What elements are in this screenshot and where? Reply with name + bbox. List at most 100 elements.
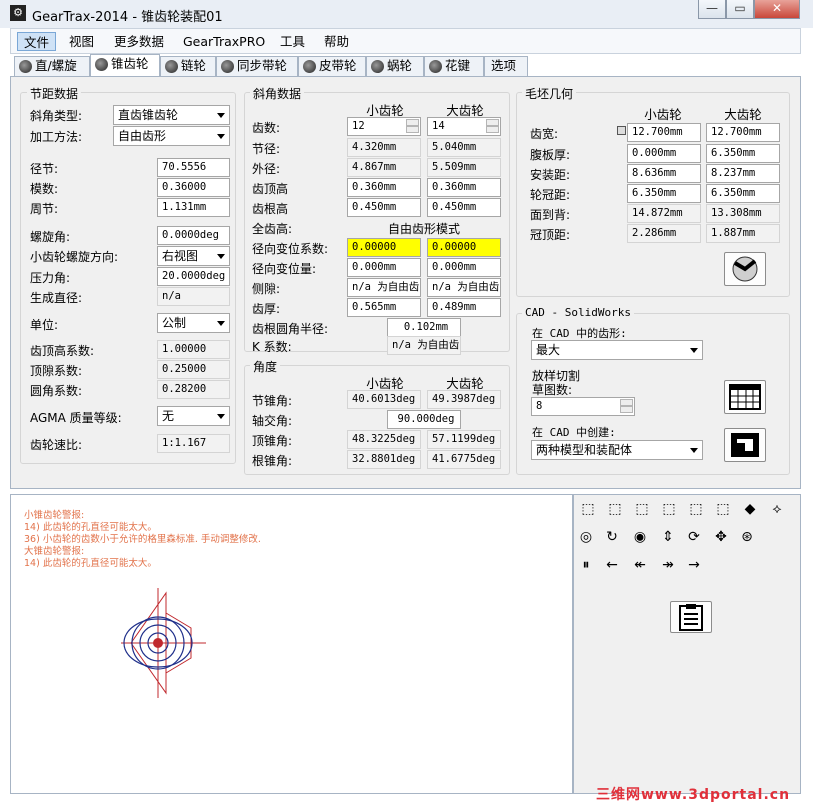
- bevel-type-select[interactable]: 直齿锥齿轮: [113, 105, 230, 125]
- fast-forward-icon[interactable]: ↠: [658, 555, 678, 575]
- view-front-icon[interactable]: ⬚: [578, 499, 598, 519]
- view-right-icon[interactable]: ⬚: [659, 499, 679, 519]
- pinion-crown-distance[interactable]: 6.350mm: [627, 184, 701, 203]
- gear-crown-distance[interactable]: 6.350mm: [706, 184, 780, 203]
- gear-teeth-stepper[interactable]: [486, 119, 499, 134]
- view-plane-icon[interactable]: ⟡: [767, 499, 787, 519]
- module-field[interactable]: 0.36000: [157, 178, 230, 197]
- circular-pitch-field[interactable]: 1.131mm: [157, 198, 230, 217]
- gear-face-width[interactable]: 12.700mm: [706, 123, 780, 142]
- tab-spline[interactable]: 花键: [424, 56, 484, 76]
- pinion-face-width[interactable]: 12.700mm: [627, 123, 701, 142]
- face-width-checkbox[interactable]: [617, 126, 626, 135]
- tab-spur-helical[interactable]: 直/螺旋: [14, 56, 90, 76]
- view-bottom-icon[interactable]: ⬚: [713, 499, 733, 519]
- tab-options[interactable]: 选项: [484, 56, 528, 76]
- pinion-hand-select[interactable]: 右视图: [157, 246, 230, 266]
- ratio-field: 1:1.167: [157, 434, 230, 453]
- create-cad-button[interactable]: [724, 428, 766, 462]
- shaft-angle-field[interactable]: 90.000deg: [387, 410, 461, 429]
- menu-tools[interactable]: 工具: [274, 32, 311, 51]
- units-label: 单位:: [30, 318, 59, 332]
- warning-line: 14) 此齿轮的孔直径可能太大。: [24, 558, 157, 569]
- pinion-teeth-input[interactable]: 12: [347, 117, 421, 136]
- gear-radial-shift[interactable]: 0.000mm: [427, 258, 501, 277]
- gear-teeth-input[interactable]: 14: [427, 117, 501, 136]
- gear-web-thickness[interactable]: 6.350mm: [706, 144, 780, 163]
- tab-belt-pulley[interactable]: 皮带轮: [298, 56, 366, 76]
- step-forward-icon[interactable]: →: [684, 555, 704, 575]
- gear-profile-icon: [732, 256, 758, 282]
- maximize-button[interactable]: ▭: [726, 0, 754, 19]
- agma-label: AGMA 质量等级:: [30, 411, 122, 425]
- addendum-label: 齿顶高系数:: [30, 344, 95, 358]
- diametral-pitch-field[interactable]: 70.5556: [157, 158, 230, 177]
- pan-icon[interactable]: ✥: [711, 527, 731, 547]
- method-label: 加工方法:: [30, 130, 83, 144]
- pinion-teeth-stepper[interactable]: [406, 119, 419, 134]
- gear-backlash[interactable]: n/a 为自由齿: [427, 278, 501, 297]
- gear-addendum[interactable]: 0.360mm: [427, 178, 501, 197]
- tab-sprocket[interactable]: 链轮: [160, 56, 216, 76]
- view-top-icon[interactable]: ⬚: [686, 499, 706, 519]
- menu-file[interactable]: 文件: [17, 32, 57, 51]
- cad-tooth-select[interactable]: 最大: [531, 340, 703, 360]
- pinion-addendum[interactable]: 0.360mm: [347, 178, 421, 197]
- pinion-pitch-dia: 4.320mm: [347, 138, 421, 157]
- chevron-down-icon: [217, 254, 225, 259]
- pinion-thickness[interactable]: 0.565mm: [347, 298, 421, 317]
- menu-view[interactable]: 视图: [63, 32, 100, 51]
- zoom-fit-icon[interactable]: ◎: [576, 527, 596, 547]
- minimize-button[interactable]: —: [698, 0, 726, 19]
- chevron-down-icon: [217, 414, 225, 419]
- center-icon[interactable]: ⊛: [737, 527, 757, 547]
- agma-select[interactable]: 无: [157, 406, 230, 426]
- clipboard-icon: [679, 604, 703, 631]
- menu-geartraxpro[interactable]: GearTraxPRO: [177, 32, 271, 51]
- pinion-mounting-distance[interactable]: 8.636mm: [627, 164, 701, 183]
- app-window: ⚙ GearTrax-2014 - 锥齿轮装配01 — ▭ ✕ 文件 视图 更多…: [0, 0, 813, 807]
- backlash-label: 侧隙:: [252, 282, 281, 296]
- spiral-angle-field[interactable]: 0.0000deg: [157, 226, 230, 245]
- angles-title: 角度: [250, 358, 281, 375]
- clipboard-button[interactable]: [670, 601, 712, 633]
- menu-help[interactable]: 帮助: [318, 32, 355, 51]
- table-button[interactable]: [724, 380, 766, 414]
- loft-count-input[interactable]: 8: [531, 397, 635, 416]
- gear-radial-shift-coef[interactable]: 0.00000: [427, 238, 501, 257]
- crown-to-tip-label: 冠顶距:: [530, 228, 571, 242]
- cad-create-select[interactable]: 两种模型和装配体: [531, 440, 703, 460]
- view-left-icon[interactable]: ⬚: [632, 499, 652, 519]
- tab-bevel[interactable]: 锥齿轮: [90, 54, 160, 76]
- blank-preview-button[interactable]: [724, 252, 766, 286]
- rotate-icon[interactable]: ↻: [602, 527, 622, 547]
- drawing-pane: 小锥齿轮警报: 14) 此齿轮的孔直径可能太大。 36) 小齿轮的齿数小于允许的…: [10, 494, 573, 794]
- gear-thickness[interactable]: 0.489mm: [427, 298, 501, 317]
- gear-mounting-distance[interactable]: 8.237mm: [706, 164, 780, 183]
- pressure-angle-field[interactable]: 20.0000deg: [157, 267, 230, 286]
- loft-count-stepper[interactable]: [620, 399, 633, 414]
- gear-face-angle: 57.1199deg: [427, 430, 501, 449]
- tab-worm[interactable]: 蜗轮: [366, 56, 424, 76]
- pinion-radial-shift[interactable]: 0.000mm: [347, 258, 421, 277]
- method-select[interactable]: 自由齿形: [113, 126, 230, 146]
- units-select[interactable]: 公制: [157, 313, 230, 333]
- flip-icon[interactable]: ⇕: [658, 527, 678, 547]
- gear-dedendum[interactable]: 0.450mm: [427, 198, 501, 217]
- pitch-angle-label: 节锥角:: [252, 394, 293, 408]
- view-back-icon[interactable]: ⬚: [605, 499, 625, 519]
- pinion-radial-shift-coef[interactable]: 0.00000: [347, 238, 421, 257]
- spin-icon[interactable]: ⟳: [684, 527, 704, 547]
- view-iso-icon[interactable]: ◆: [740, 499, 760, 519]
- pinion-backlash[interactable]: n/a 为自由齿: [347, 278, 421, 297]
- tab-timing-pulley[interactable]: 同步带轮: [216, 56, 298, 76]
- zoom-icon[interactable]: ◉: [630, 527, 650, 547]
- step-back-icon[interactable]: ←: [602, 555, 622, 575]
- menu-more-data[interactable]: 更多数据: [108, 32, 170, 51]
- close-button[interactable]: ✕: [754, 0, 800, 19]
- fast-back-icon[interactable]: ↞: [630, 555, 650, 575]
- pause-icon[interactable]: ⏸: [576, 555, 596, 575]
- pinion-web-thickness[interactable]: 0.000mm: [627, 144, 701, 163]
- pinion-dedendum[interactable]: 0.450mm: [347, 198, 421, 217]
- root-fillet-field[interactable]: 0.102mm: [387, 318, 461, 337]
